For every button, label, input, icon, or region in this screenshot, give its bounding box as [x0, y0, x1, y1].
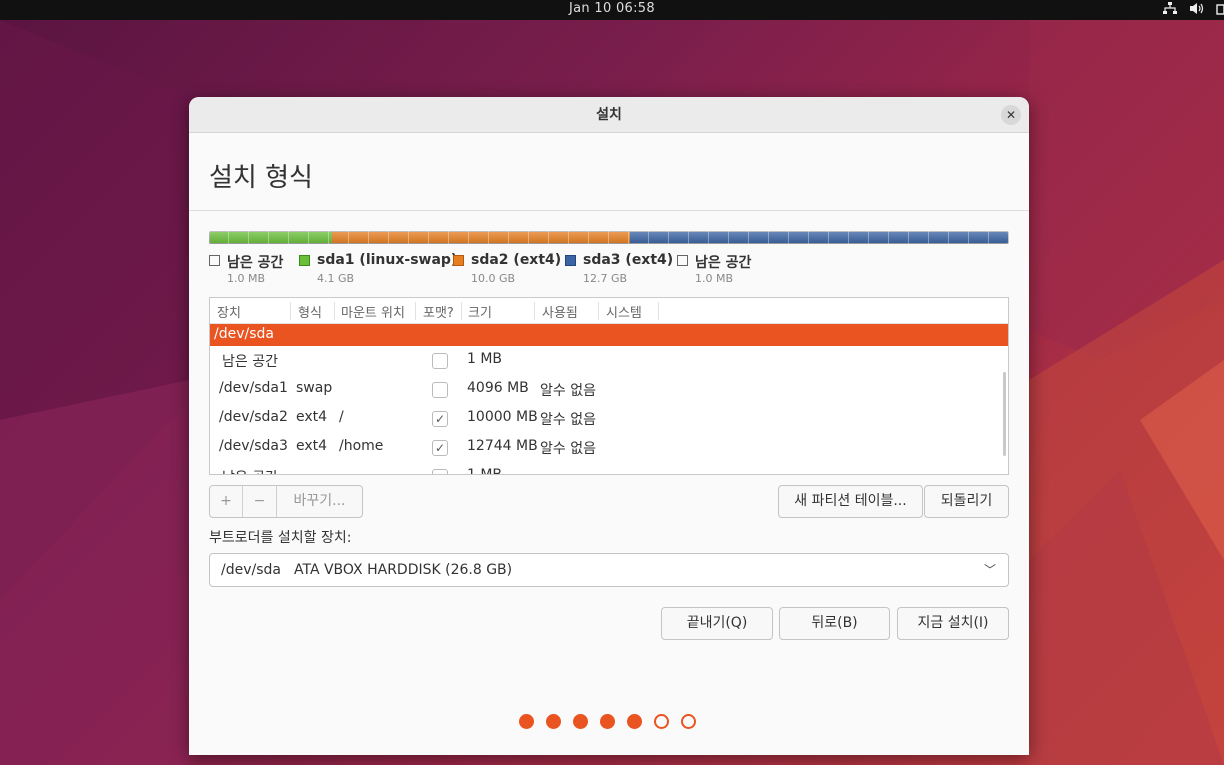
format-checkbox-checked[interactable]: ✓	[432, 411, 448, 427]
close-button[interactable]: ✕	[1001, 105, 1021, 125]
bootloader-device-select[interactable]: /dev/sda ATA VBOX HARDDISK (26.8 GB) ﹀	[209, 553, 1009, 587]
row-device: /dev/sda3	[219, 438, 288, 454]
col-format[interactable]: 포맷?	[423, 302, 454, 321]
legend-name: 남은 공간	[695, 255, 752, 271]
row-type: swap	[296, 380, 333, 396]
clock[interactable]: Jan 10 06:58	[0, 1, 1224, 16]
format-checkbox-checked[interactable]: ✓	[432, 440, 448, 456]
page-title: 설치 형식	[189, 133, 1029, 211]
legend-size: 1.0 MB	[695, 272, 734, 285]
col-size[interactable]: 크기	[468, 302, 492, 321]
row-type: ext4	[296, 409, 328, 425]
progress-dot-complete	[600, 714, 615, 729]
row-used: 알수 없음	[540, 383, 596, 399]
row-size: 4096 MB	[467, 380, 529, 396]
window-title: 설치	[596, 107, 622, 123]
col-device[interactable]: 장치	[217, 302, 241, 321]
format-checkbox[interactable]	[432, 353, 448, 369]
row-device: /dev/sda2	[219, 409, 288, 425]
progress-dot-complete	[519, 714, 534, 729]
row-mount: /	[339, 409, 344, 425]
row-size: 1 MB	[467, 351, 503, 367]
legend-size: 12.7 GB	[583, 272, 628, 285]
col-mount[interactable]: 마운트 위치	[341, 302, 405, 321]
legend-swatch	[209, 255, 220, 266]
table-row-disk[interactable]: /dev/sda	[210, 324, 1008, 346]
partition-segment	[629, 232, 1008, 243]
new-partition-table-button[interactable]: 새 파티션 테이블...	[778, 485, 923, 518]
row-device: 남은 공간	[222, 354, 278, 370]
quit-button[interactable]: 끝내기(Q)	[661, 607, 773, 640]
change-partition-button[interactable]: 바꾸기...	[277, 486, 362, 517]
col-type[interactable]: 형식	[298, 302, 322, 321]
table-scrollbar[interactable]	[1003, 372, 1006, 456]
progress-dot-pending	[654, 714, 669, 729]
row-used: 알수 없음	[540, 441, 596, 457]
row-size: 1 MB	[467, 467, 503, 475]
bootloader-device: /dev/sda	[221, 562, 281, 578]
legend-size: 4.1 GB	[317, 272, 355, 285]
row-device: /dev/sda1	[219, 380, 288, 396]
table-row[interactable]: /dev/sda3 ext4 /home ✓ 12744 MB 알수 없음	[210, 433, 1008, 462]
col-used[interactable]: 사용됨	[542, 302, 578, 321]
row-size: 10000 MB	[467, 409, 538, 425]
power-icon[interactable]	[1216, 2, 1224, 18]
install-now-button[interactable]: 지금 설치(I)	[897, 607, 1009, 640]
row-device: /dev/sda	[214, 326, 274, 342]
close-icon: ✕	[1005, 108, 1017, 122]
legend-swatch	[299, 255, 310, 266]
back-button[interactable]: 뒤로(B)	[779, 607, 890, 640]
partition-legend: 남은 공간 1.0 MB sda1 (linux-swap) 4.1 GB sd…	[209, 252, 1009, 294]
partition-segment	[210, 232, 333, 243]
installer-window: 설치 ✕ 설치 형식 남은 공간 1.0 MB sda1 (linux-swap…	[189, 97, 1029, 755]
network-icon[interactable]	[1163, 2, 1177, 18]
partition-segment	[332, 232, 630, 243]
table-row[interactable]: /dev/sda2 ext4 / ✓ 10000 MB 알수 없음	[210, 404, 1008, 433]
legend-size: 1.0 MB	[227, 272, 266, 285]
row-type: ext4	[296, 438, 328, 454]
legend-name: sda3 (ext4)	[583, 252, 674, 268]
legend-name: 남은 공간	[227, 255, 284, 271]
progress-dot-pending	[681, 714, 696, 729]
row-device: 남은 공간	[222, 467, 278, 474]
progress-dot-complete	[573, 714, 588, 729]
legend-size: 10.0 GB	[471, 272, 516, 285]
system-tray[interactable]	[1163, 0, 1224, 20]
progress-indicator	[519, 714, 696, 730]
legend-swatch	[453, 255, 464, 266]
partition-table[interactable]: 장치 형식 마운트 위치 포맷? 크기 사용됨 시스템 /dev/sda 남은 …	[209, 297, 1009, 475]
row-used: 알수 없음	[540, 412, 596, 428]
check-icon: ✓	[434, 441, 446, 455]
remove-partition-button[interactable]: −	[243, 486, 277, 517]
legend-swatch	[677, 255, 688, 266]
table-row[interactable]: /dev/sda1 swap 4096 MB 알수 없음	[210, 375, 1008, 404]
legend-swatch	[565, 255, 576, 266]
window-titlebar[interactable]: 설치 ✕	[189, 97, 1029, 133]
col-system[interactable]: 시스템	[606, 302, 642, 321]
table-header: 장치 형식 마운트 위치 포맷? 크기 사용됨 시스템	[210, 298, 1008, 324]
progress-dot-complete	[546, 714, 561, 729]
top-bar: Jan 10 06:58	[0, 0, 1224, 20]
format-checkbox[interactable]	[432, 469, 448, 474]
legend-name: sda1 (linux-swap)	[317, 252, 458, 268]
chevron-down-icon: ﹀	[983, 563, 996, 577]
format-checkbox[interactable]	[432, 382, 448, 398]
table-row[interactable]: 남은 공간 1 MB	[210, 462, 1008, 475]
partition-bar	[209, 231, 1009, 244]
volume-icon[interactable]	[1189, 2, 1204, 18]
row-size: 12744 MB	[467, 438, 538, 454]
row-mount: /home	[339, 438, 384, 454]
add-partition-button[interactable]: +	[210, 486, 243, 517]
progress-dot-complete	[627, 714, 642, 729]
revert-button[interactable]: 되돌리기	[924, 485, 1009, 518]
table-row[interactable]: 남은 공간 1 MB	[210, 346, 1008, 375]
bootloader-label: 부트로더를 설치할 장치:	[209, 530, 352, 546]
check-icon: ✓	[434, 412, 446, 426]
legend-name: sda2 (ext4)	[471, 252, 562, 268]
bootloader-description: ATA VBOX HARDDISK (26.8 GB)	[294, 562, 513, 578]
partition-edit-buttons: + − 바꾸기...	[209, 485, 363, 518]
